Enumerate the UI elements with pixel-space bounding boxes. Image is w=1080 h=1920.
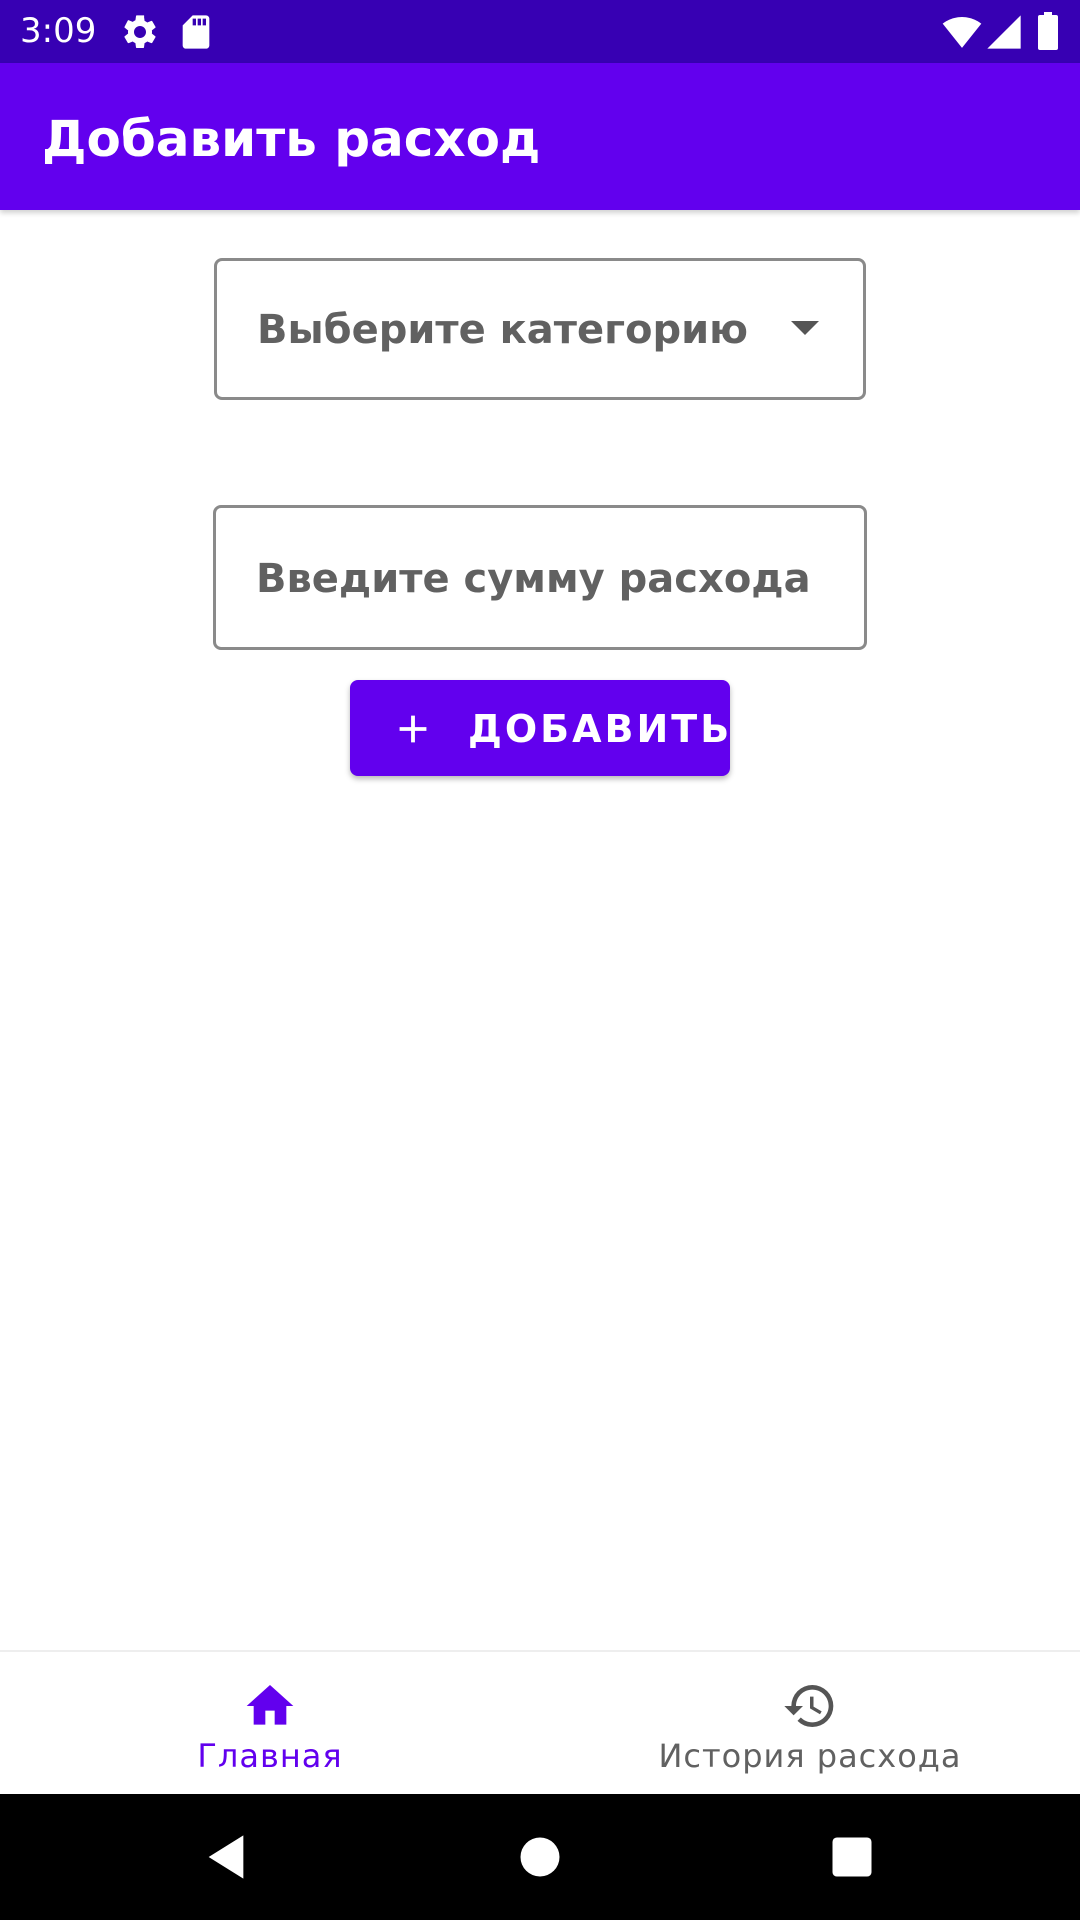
- dropdown-arrow-icon: [791, 321, 819, 335]
- page-title: Добавить расход: [42, 110, 541, 168]
- home-icon: [242, 1678, 298, 1734]
- app-bar: Добавить расход: [0, 63, 1080, 210]
- sd-card-icon: [176, 12, 216, 52]
- add-button[interactable]: ДОБАВИТЬ: [350, 680, 730, 776]
- screen: 3:09 Добавить расход Выберите категорию: [0, 0, 1080, 1920]
- system-navigation-bar: [0, 1794, 1080, 1920]
- nav-item-label: Главная: [197, 1737, 343, 1775]
- history-icon: [782, 1678, 838, 1734]
- home-circle-icon[interactable]: [514, 1831, 566, 1883]
- status-time: 3:09: [20, 11, 97, 51]
- nav-item-label: История расхода: [658, 1737, 962, 1775]
- nav-item-home[interactable]: Главная: [0, 1652, 540, 1794]
- category-dropdown[interactable]: Выберите категорию: [214, 258, 866, 400]
- bottom-navigation: Главная История расхода: [0, 1650, 1080, 1794]
- back-icon[interactable]: [200, 1831, 252, 1883]
- plus-icon: [390, 706, 436, 752]
- add-button-label: ДОБАВИТЬ: [468, 707, 733, 751]
- nav-item-history[interactable]: История расхода: [540, 1652, 1080, 1794]
- battery-icon: [1030, 12, 1066, 52]
- category-selected-value: Выберите категорию: [257, 307, 748, 353]
- wifi-icon: [942, 12, 982, 52]
- recents-icon[interactable]: [826, 1831, 878, 1883]
- amount-input[interactable]: [256, 554, 826, 604]
- amount-field[interactable]: [213, 505, 867, 650]
- signal-icon: [984, 12, 1024, 52]
- gear-icon: [120, 12, 160, 52]
- status-bar: 3:09: [0, 0, 1080, 63]
